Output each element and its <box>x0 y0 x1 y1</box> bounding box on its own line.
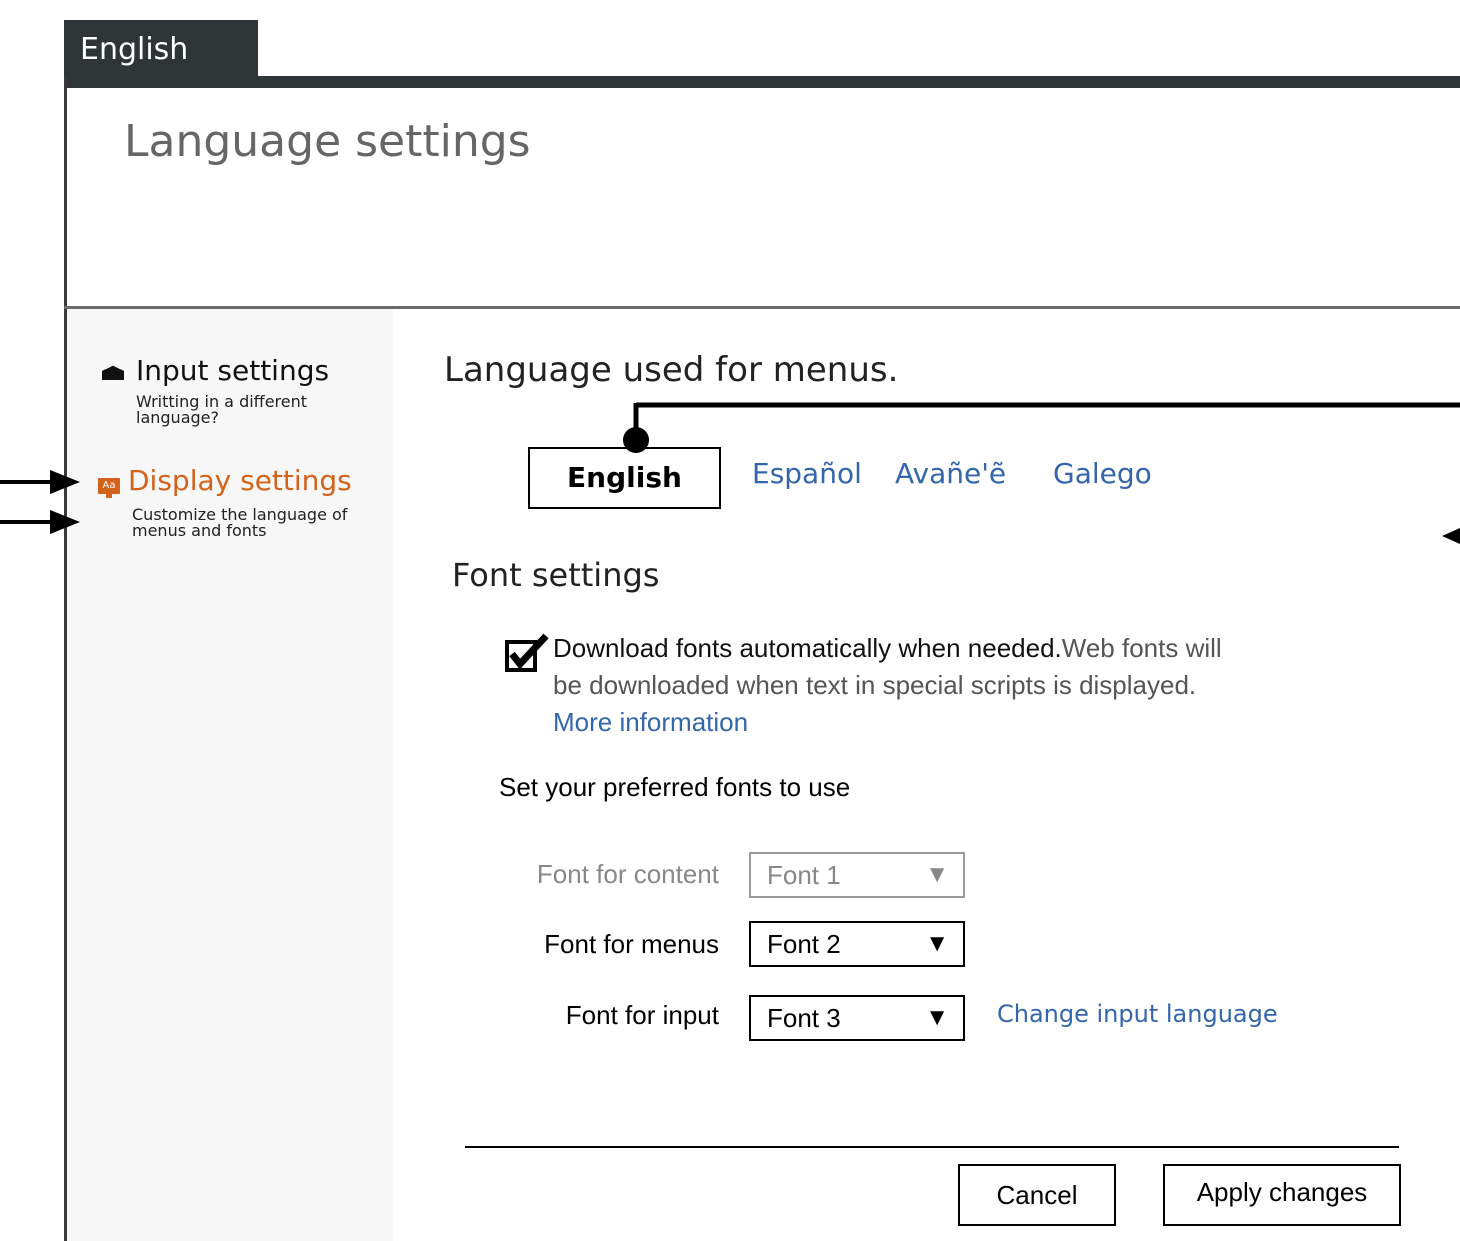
menu-language-title: Language used for menus. <box>444 350 899 390</box>
chevron-down-icon: ▼ <box>925 1004 949 1031</box>
auto-download-checkbox[interactable] <box>505 632 549 672</box>
change-input-language-link[interactable]: Change input language <box>997 1000 1278 1028</box>
apply-changes-button[interactable]: Apply changes <box>1163 1164 1401 1226</box>
sidebar-item-input-description: Writting in a different language? <box>136 392 308 427</box>
font-input-select[interactable]: Font 3 ▼ <box>749 995 965 1041</box>
more-information-link[interactable]: More information <box>553 707 748 737</box>
font-menus-label: Font for menus <box>544 929 719 959</box>
language-option-avane[interactable]: Avañe'ẽ <box>895 457 1006 490</box>
font-content-value: Font 1 <box>767 860 841 890</box>
language-option-english[interactable]: English <box>528 447 721 509</box>
language-option-espanol[interactable]: Español <box>752 457 862 490</box>
language-tab[interactable]: English <box>64 20 258 78</box>
sidebar <box>67 309 393 1241</box>
chevron-down-icon: ▼ <box>925 861 949 888</box>
chevron-down-icon: ▼ <box>925 930 949 957</box>
font-content-select: Font 1 ▼ <box>749 852 965 898</box>
font-menus-value: Font 2 <box>767 929 841 959</box>
callout-line <box>623 402 1460 453</box>
keyboard-icon <box>102 364 124 380</box>
header-bar <box>64 76 1460 88</box>
cancel-button[interactable]: Cancel <box>958 1164 1116 1226</box>
display-font-icon: Aa <box>98 478 120 498</box>
language-option-galego[interactable]: Galego <box>1053 457 1152 490</box>
auto-download-label[interactable]: Download fonts automatically when needed… <box>553 633 1062 663</box>
footer-divider <box>465 1146 1399 1148</box>
font-menus-select[interactable]: Font 2 ▼ <box>749 921 965 967</box>
preferred-fonts-label: Set your preferred fonts to use <box>499 772 851 802</box>
page-title: Language settings <box>124 116 531 167</box>
font-input-value: Font 3 <box>767 1003 841 1033</box>
sidebar-item-display-description: Customize the language of menus and font… <box>132 505 348 540</box>
font-input-label: Font for input <box>565 1000 719 1030</box>
auto-download-text: Download fonts automatically when needed… <box>553 630 1253 741</box>
sidebar-item-display-settings[interactable]: Display settings <box>128 464 352 497</box>
sidebar-item-input-settings[interactable]: Input settings <box>136 354 329 387</box>
font-settings-title: Font settings <box>452 556 660 594</box>
annotation-arrow-icon <box>1442 528 1460 544</box>
font-content-label: Font for content <box>536 859 719 889</box>
